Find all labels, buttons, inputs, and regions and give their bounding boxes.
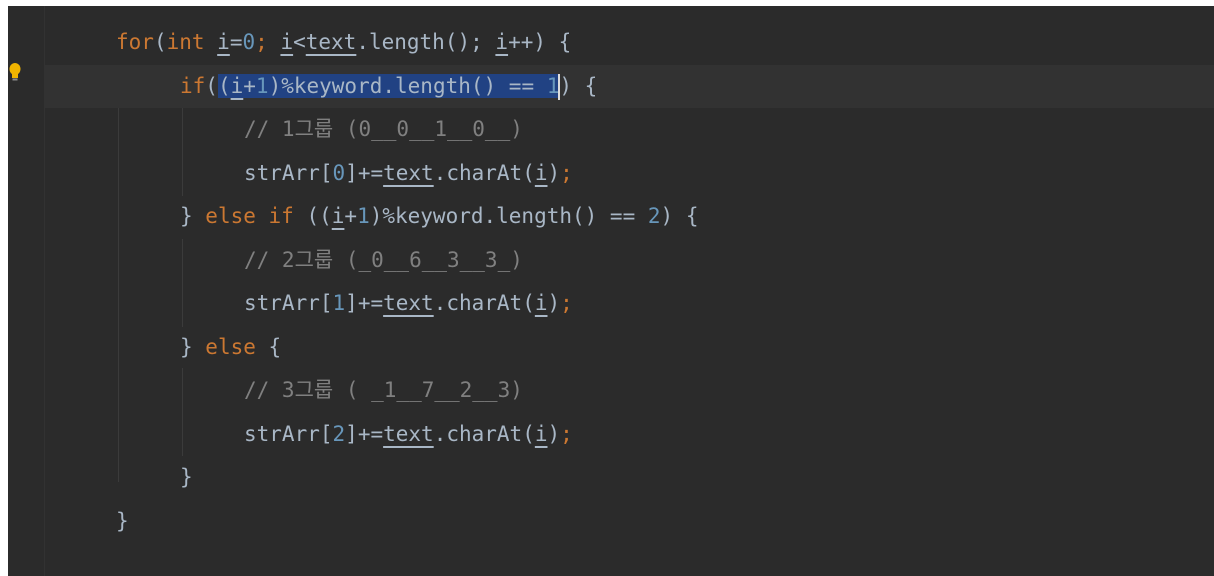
- code-token: text: [383, 421, 434, 446]
- code-line[interactable]: } else if ((i+1)%keyword.length() == 2) …: [44, 195, 1214, 238]
- code-line[interactable]: // 2그룹 (_0__6__3__3_): [44, 239, 1214, 282]
- code-token: ;: [560, 160, 573, 185]
- code-token: {: [268, 334, 282, 359]
- code-token: .charAt(: [433, 421, 535, 446]
- code-token: 2: [332, 421, 346, 446]
- code-token: if: [180, 73, 206, 98]
- code-token: +: [344, 204, 358, 228]
- code-area[interactable]: for(int i=0; i<text.length(); i++) {if((…: [44, 6, 1214, 576]
- code-line[interactable]: }: [44, 500, 1214, 543]
- code-token: 0: [242, 30, 256, 54]
- code-token: ((: [306, 204, 332, 228]
- code-token: i: [217, 30, 230, 54]
- code-token: )%keyword.length() ==: [268, 73, 547, 98]
- code-token: strArr[: [244, 291, 333, 315]
- code-line[interactable]: }: [44, 456, 1214, 499]
- code-token: ) {: [559, 73, 598, 98]
- code-line[interactable]: strArr[0]+=text.charAt(i);: [44, 152, 1214, 195]
- code-token: ]+=: [345, 421, 384, 446]
- code-token: }: [116, 508, 129, 533]
- code-token: i: [230, 73, 244, 98]
- code-token: i: [534, 160, 548, 185]
- code-token: (: [205, 73, 218, 98]
- code-token: 2: [647, 204, 661, 228]
- code-line[interactable]: for(int i=0; i<text.length(); i++) {: [44, 21, 1214, 64]
- code-token: <: [293, 30, 306, 54]
- code-token: 1: [332, 291, 346, 315]
- code-line[interactable]: // 1그룹 (0__0__1__0__): [44, 108, 1214, 151]
- code-token: ): [547, 160, 561, 185]
- code-token: }: [180, 334, 206, 359]
- code-token: i: [280, 30, 294, 54]
- code-token: for: [116, 30, 154, 54]
- code-token: }: [180, 204, 206, 228]
- code-line[interactable]: } else {: [44, 326, 1214, 369]
- code-token: +: [243, 73, 256, 98]
- code-token: ]+=: [345, 160, 384, 185]
- code-token: ++) {: [508, 30, 572, 54]
- code-token: strArr[: [244, 160, 333, 185]
- code-line[interactable]: strArr[1]+=text.charAt(i);: [44, 282, 1214, 325]
- code-token: =: [229, 30, 243, 54]
- code-token: else: [205, 334, 269, 359]
- code-token: 1: [255, 73, 269, 98]
- code-token: .charAt(: [433, 160, 535, 185]
- code-token: // 3그룹 ( _1__7__2__3): [244, 378, 523, 402]
- code-token: i: [534, 421, 548, 446]
- code-token: )%keyword.length() ==: [369, 204, 648, 228]
- code-token: text: [383, 160, 434, 185]
- code-token: (: [217, 73, 231, 98]
- code-token: text: [383, 291, 434, 315]
- code-token: ]+=: [345, 291, 384, 315]
- code-token: else if: [205, 204, 307, 228]
- lightbulb-icon[interactable]: [9, 63, 21, 81]
- code-token: // 2그룹 (_0__6__3__3_): [244, 247, 523, 272]
- code-token: i: [534, 291, 548, 315]
- code-token: text: [305, 30, 357, 54]
- code-token: ) {: [660, 204, 699, 228]
- code-token: ): [547, 421, 561, 446]
- code-line[interactable]: if((i+1)%keyword.length() == 1) {: [44, 64, 1214, 108]
- code-token: (: [153, 30, 167, 54]
- code-token: 1: [357, 204, 370, 228]
- code-token: }: [180, 465, 193, 489]
- code-token: .length();: [356, 30, 496, 54]
- code-token: i: [331, 204, 345, 228]
- code-token: ;: [560, 291, 573, 315]
- code-token: ;: [255, 30, 281, 54]
- code-token: strArr[: [244, 421, 333, 446]
- code-token: // 1그룹 (0__0__1__0__): [244, 117, 523, 141]
- code-line[interactable]: strArr[2]+=text.charAt(i);: [44, 413, 1214, 456]
- code-token: ): [547, 291, 561, 315]
- editor-gutter: [8, 6, 45, 576]
- code-editor[interactable]: for(int i=0; i<text.length(); i++) {if((…: [8, 6, 1214, 576]
- code-token: int: [166, 30, 218, 54]
- code-token: 0: [332, 160, 346, 185]
- code-token: i: [495, 30, 509, 54]
- code-line[interactable]: // 3그룹 ( _1__7__2__3): [44, 369, 1214, 412]
- code-token: .charAt(: [433, 291, 535, 315]
- code-token: ;: [560, 421, 573, 446]
